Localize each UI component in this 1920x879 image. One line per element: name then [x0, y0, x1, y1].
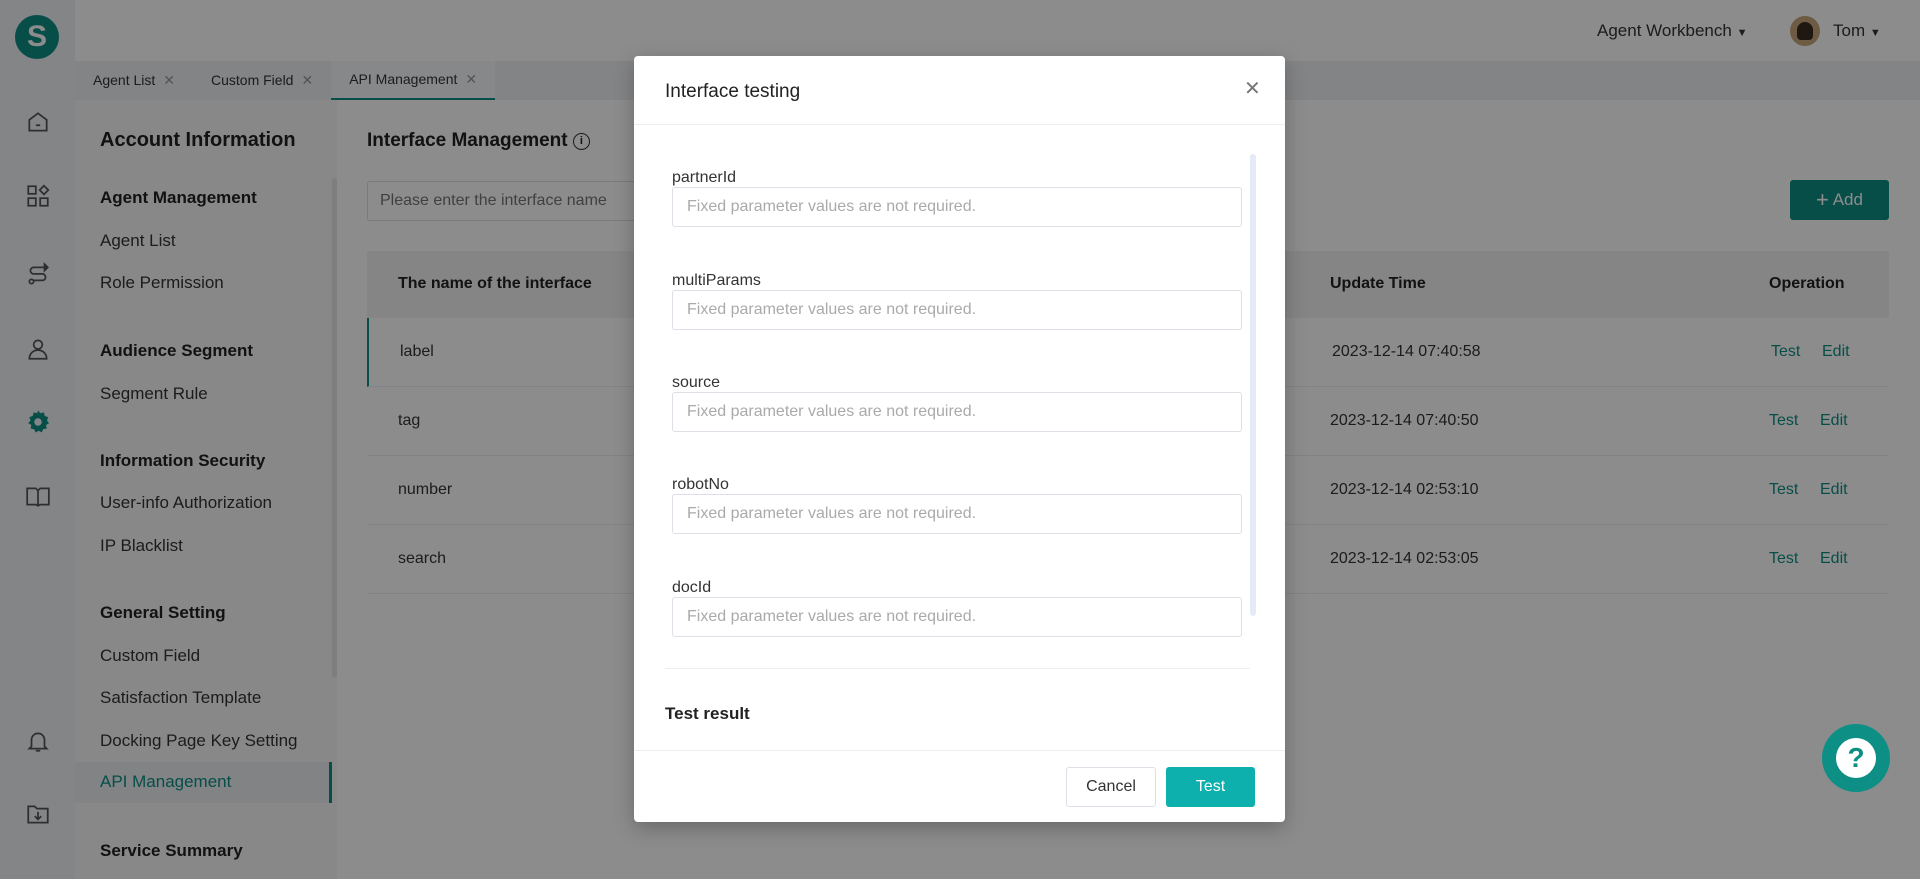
test-button[interactable]: Test — [1166, 767, 1255, 807]
dialog-title: Interface testing — [665, 81, 801, 102]
field-label-multiParams: multiParams — [672, 272, 761, 289]
help-question-icon: ? — [1836, 738, 1876, 778]
field-robotNo: Fixed parameter values are not required. — [672, 494, 1242, 534]
divider — [665, 668, 1250, 669]
header-divider — [634, 124, 1285, 125]
field-label-partnerId: partnerId — [672, 169, 737, 186]
field-label-robotNo: robotNo — [672, 476, 729, 493]
test-result-label: Test result — [665, 704, 750, 723]
field-multiParams: Fixed parameter values are not required. — [672, 290, 1242, 330]
footer-divider — [634, 750, 1285, 751]
field-input-docId[interactable] — [673, 598, 1241, 636]
close-icon[interactable]: ✕ — [1244, 76, 1261, 101]
field-partnerId: Fixed parameter values are not required. — [672, 187, 1242, 227]
field-label-docId: docId — [672, 579, 712, 596]
cancel-button[interactable]: Cancel — [1066, 767, 1156, 807]
interface-testing-dialog: Interface testing ✕ partnerId Fixed para… — [634, 56, 1285, 822]
field-input-source[interactable] — [673, 393, 1241, 431]
field-source: Fixed parameter values are not required. — [672, 392, 1242, 432]
help-button[interactable]: ? — [1822, 724, 1890, 792]
field-input-multiParams[interactable] — [673, 291, 1241, 329]
field-docId: Fixed parameter values are not required. — [672, 597, 1242, 637]
dialog-scrollbar[interactable] — [1250, 154, 1256, 616]
field-input-robotNo[interactable] — [673, 495, 1241, 533]
field-input-partnerId[interactable] — [673, 188, 1241, 226]
field-label-source: source — [672, 374, 721, 391]
